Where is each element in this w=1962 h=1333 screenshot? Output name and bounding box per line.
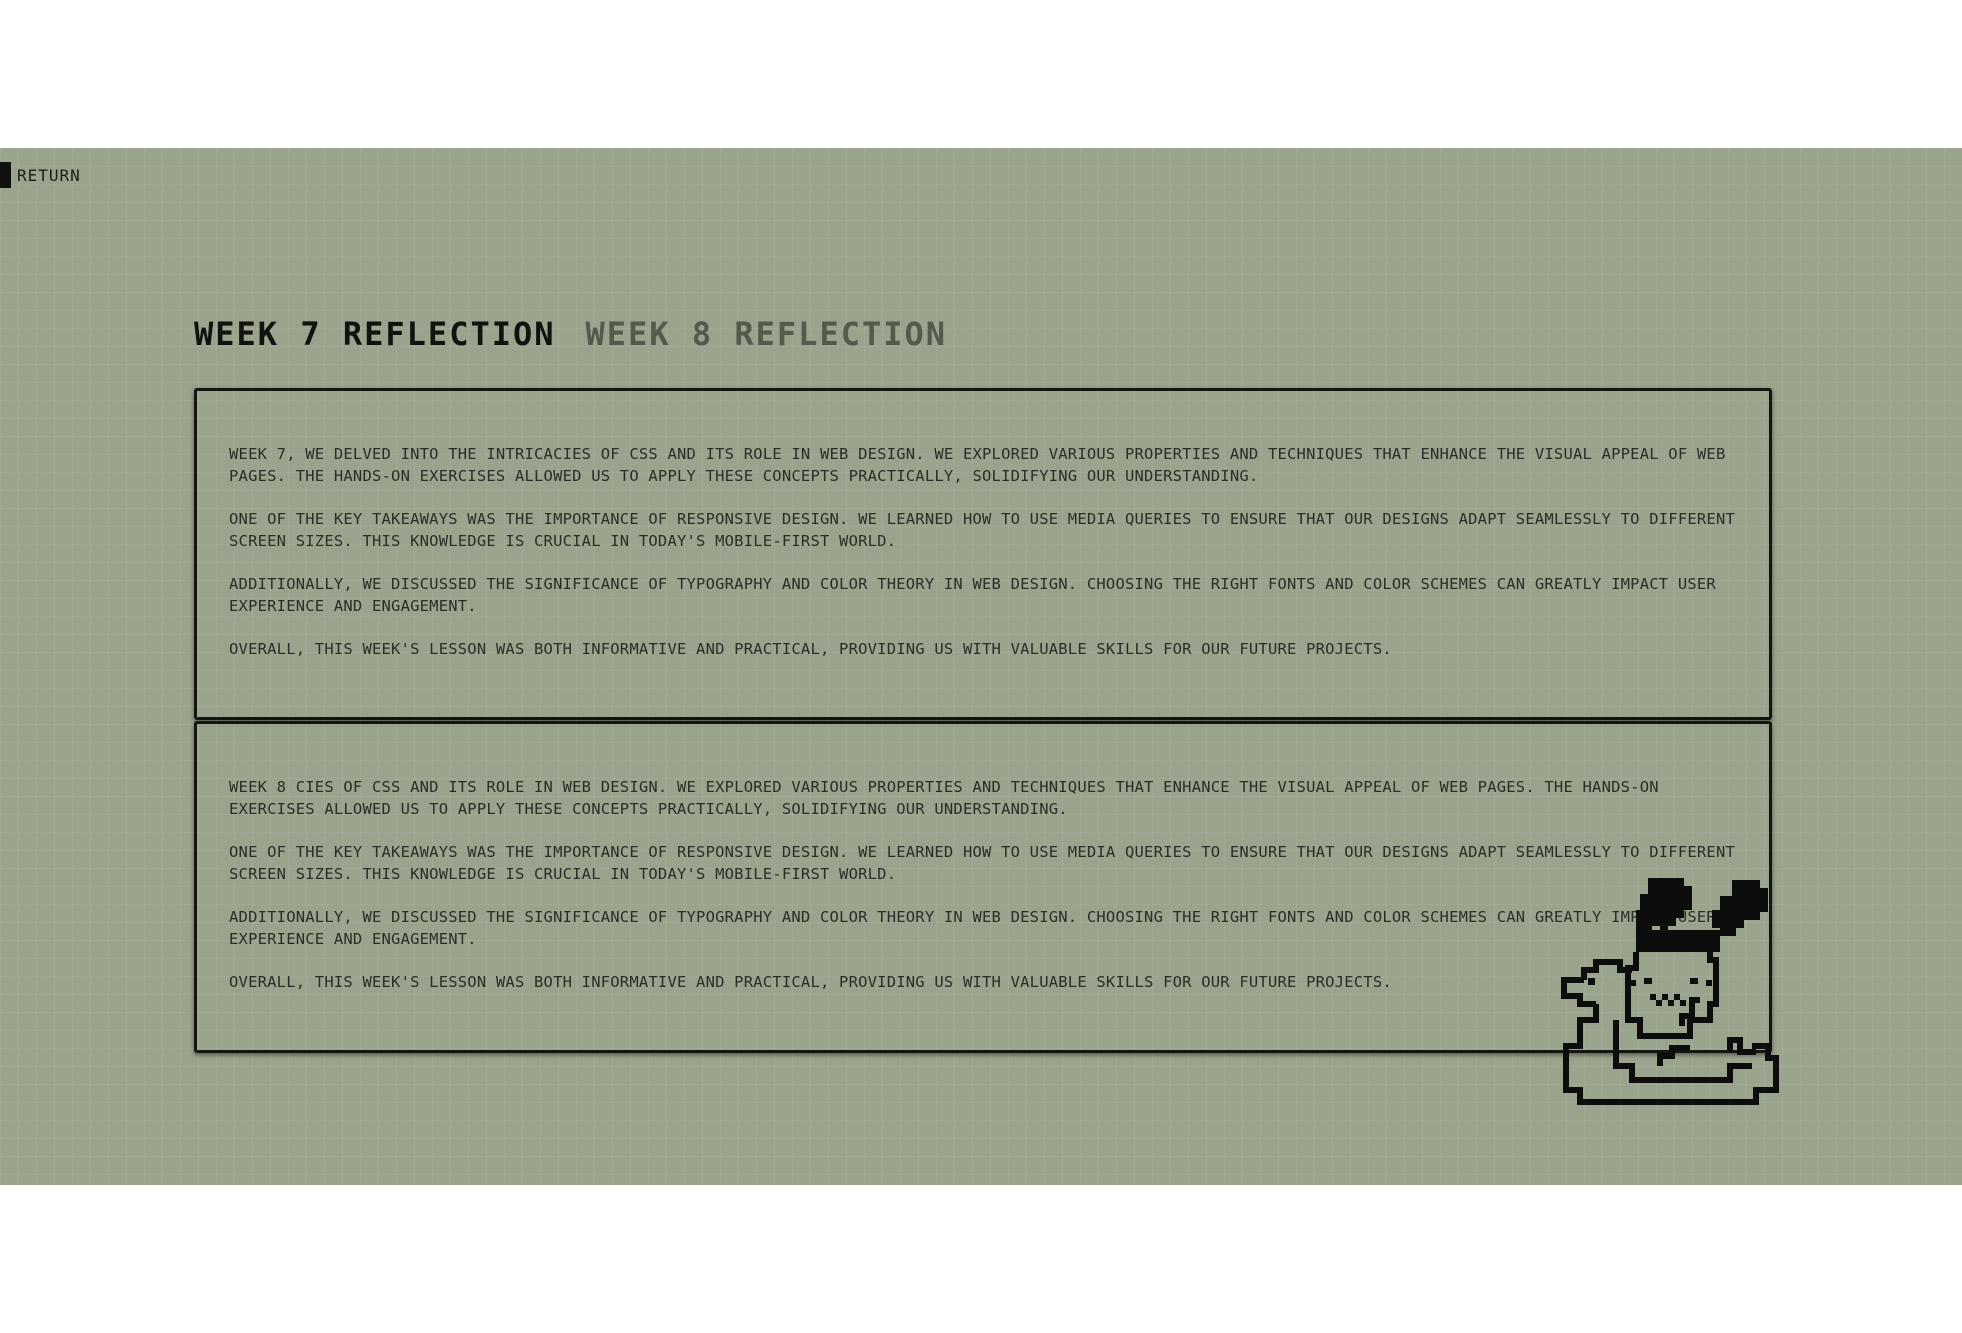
pixel-bunny-duck-float-icon — [1561, 878, 1779, 1105]
panel-paragraph: ADDITIONALLY, WE DISCUSSED THE SIGNIFICA… — [229, 575, 1716, 615]
week-7-reflection-panel: WEEK 7, WE DELVED INTO THE INTRICACIES O… — [194, 388, 1772, 720]
panel-paragraph: ADDITIONALLY, WE DISCUSSED THE SIGNIFICA… — [229, 908, 1716, 948]
panel-paragraph: OVERALL, THIS WEEK'S LESSON WAS BOTH INF… — [229, 973, 1392, 991]
return-label: RETURN — [17, 165, 81, 185]
panel-paragraph: ONE OF THE KEY TAKEAWAYS WAS THE IMPORTA… — [229, 510, 1736, 550]
tab-week-8-reflection[interactable]: WEEK 8 REFLECTION — [586, 315, 948, 353]
panel-paragraph: ONE OF THE KEY TAKEAWAYS WAS THE IMPORTA… — [229, 843, 1736, 883]
reflection-tabs: WEEK 7 REFLECTION WEEK 8 REFLECTION — [194, 315, 947, 353]
return-link[interactable]: RETURN — [0, 162, 81, 188]
panel-paragraph: OVERALL, THIS WEEK'S LESSON WAS BOTH INF… — [229, 640, 1392, 658]
week-8-reflection-panel: WEEK 8 CIES OF CSS AND ITS ROLE IN WEB D… — [194, 721, 1772, 1053]
panel-paragraph: WEEK 7, WE DELVED INTO THE INTRICACIES O… — [229, 445, 1726, 485]
lcd-screen: RETURN WEEK 7 REFLECTION WEEK 8 REFLECTI… — [0, 148, 1962, 1185]
panel-paragraph: WEEK 8 CIES OF CSS AND ITS ROLE IN WEB D… — [229, 778, 1659, 818]
tab-week-7-reflection[interactable]: WEEK 7 REFLECTION — [194, 315, 556, 353]
return-marker-icon — [0, 162, 11, 188]
